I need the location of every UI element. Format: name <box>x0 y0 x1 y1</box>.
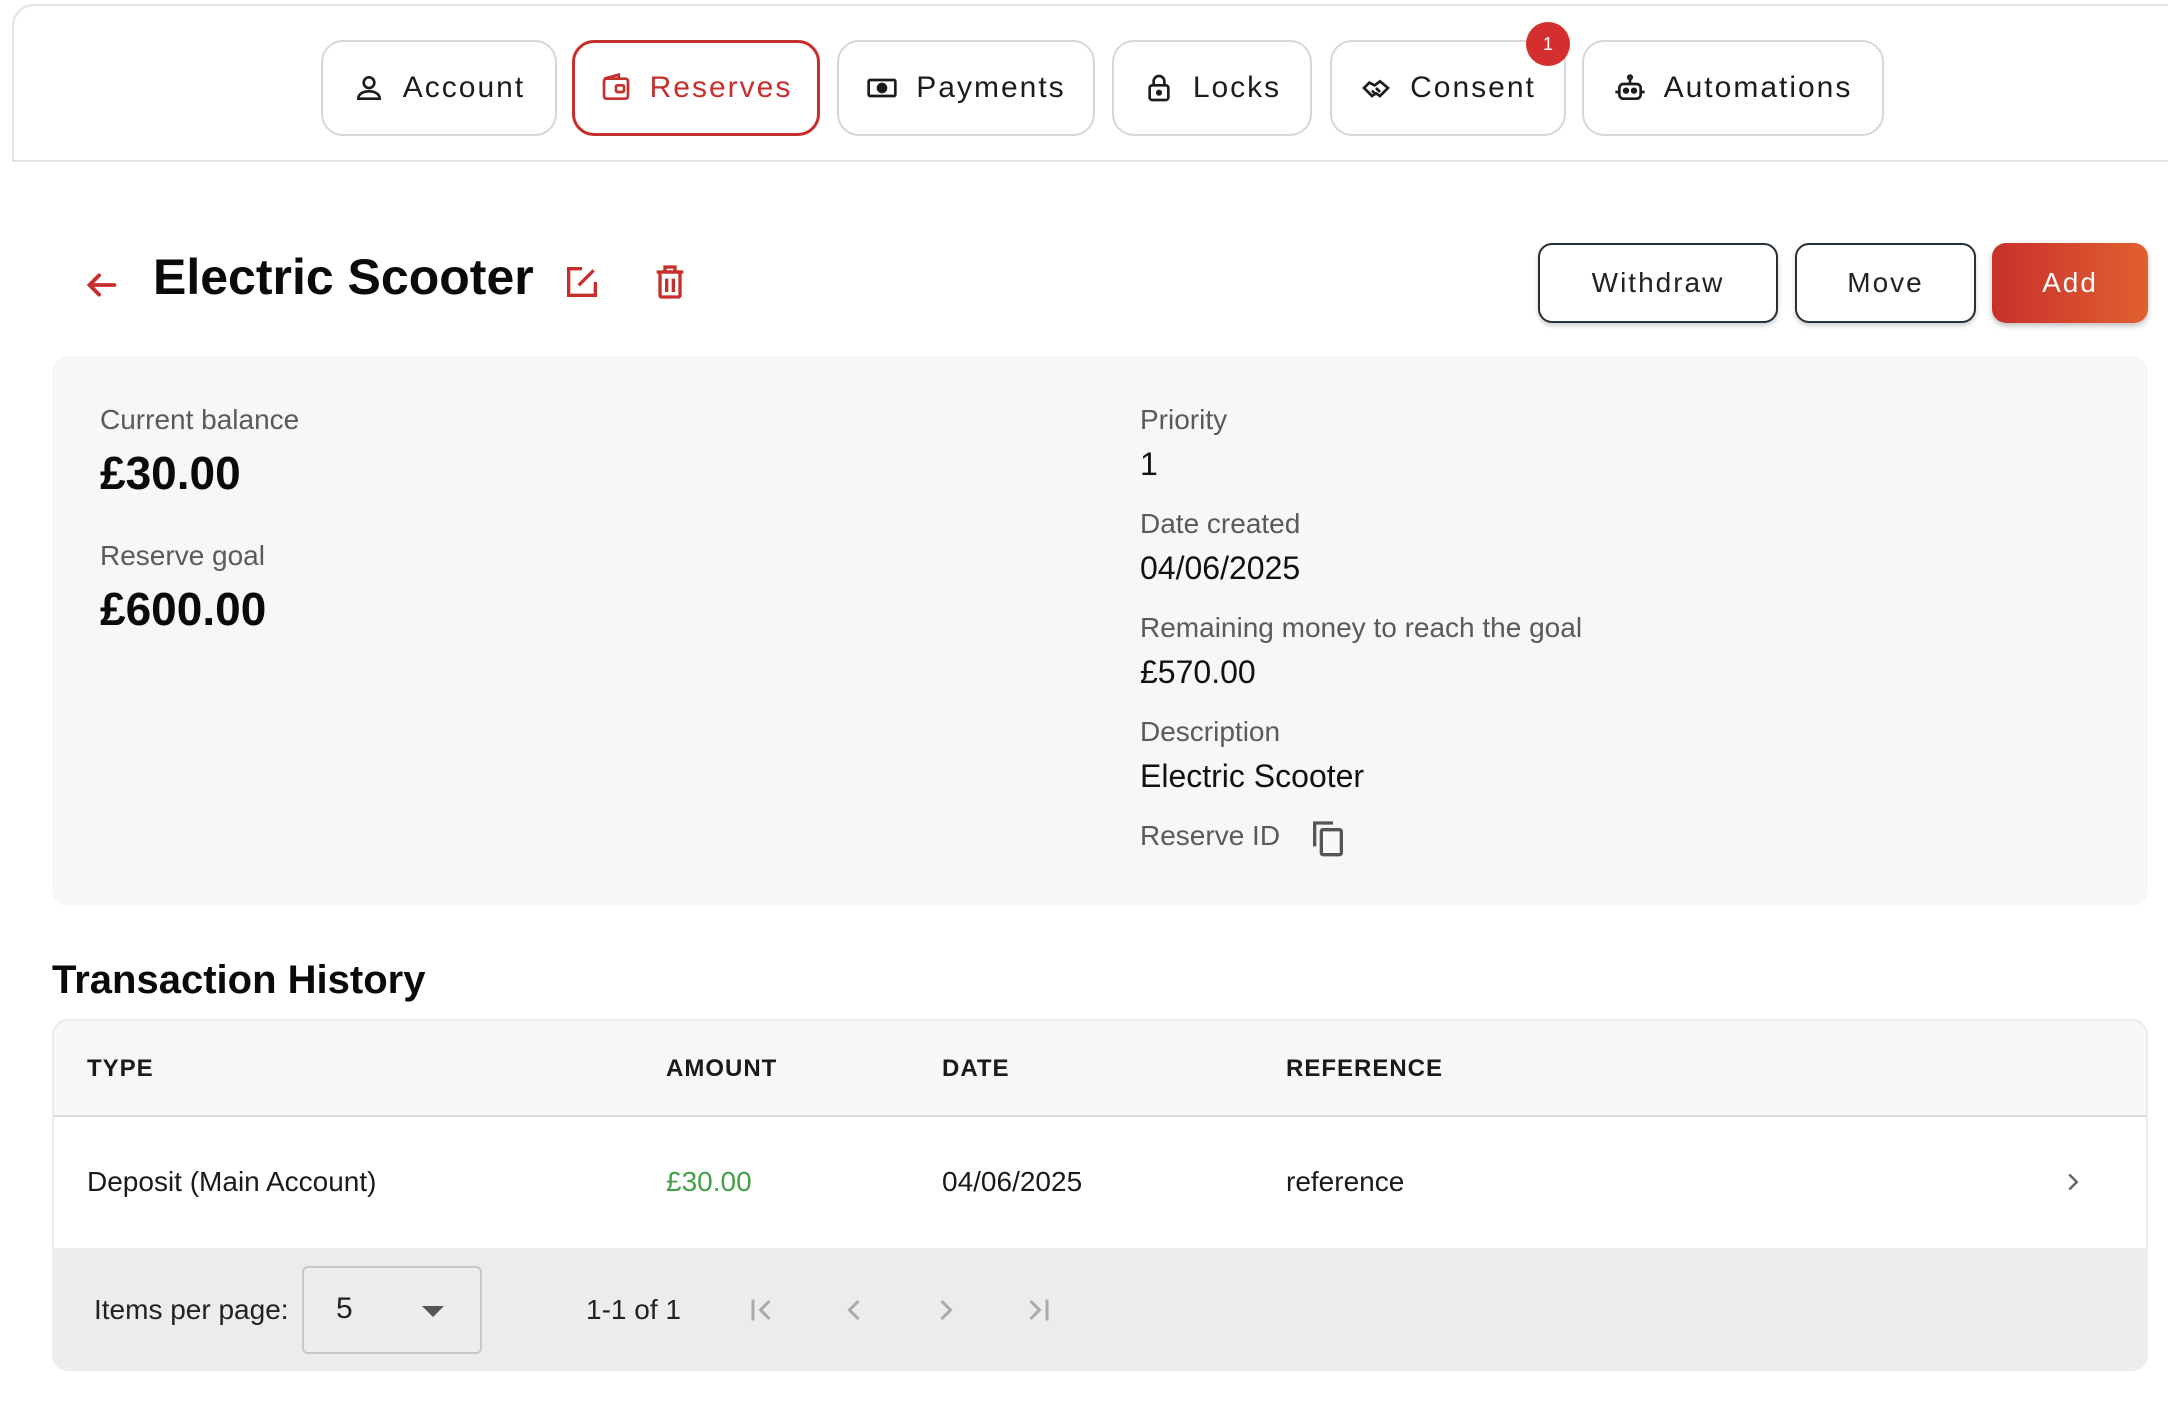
page-range: 1-1 of 1 <box>586 1294 681 1325</box>
current-balance-value: £30.00 <box>100 447 241 499</box>
tab-consent[interactable]: Consent 1 <box>1330 22 1570 136</box>
dropdown-caret-icon <box>422 1306 444 1317</box>
tab-automations[interactable]: Automations <box>1582 40 1884 136</box>
table-header: TYPE AMOUNT DATE REFERENCE <box>54 1021 2146 1117</box>
person-icon <box>356 76 381 100</box>
cell-reference: reference <box>1286 1166 1405 1197</box>
tab-reserves[interactable]: Reserves <box>572 40 820 136</box>
withdraw-button[interactable]: Withdraw <box>1538 243 1778 323</box>
items-per-page-select[interactable]: 5 <box>302 1266 482 1354</box>
page-title: Electric Scooter <box>153 249 534 305</box>
column-header-date: DATE <box>942 1055 1010 1082</box>
edit-icon[interactable] <box>562 262 602 302</box>
wallet-icon <box>602 72 629 100</box>
paginator: Items per page: 5 1-1 of 1 <box>54 1248 2146 1369</box>
add-button[interactable]: Add <box>1992 243 2148 323</box>
lock-icon <box>1148 74 1170 102</box>
handshake-icon <box>1362 79 1391 98</box>
priority-value: 1 <box>1140 446 1158 482</box>
column-header-type: TYPE <box>87 1055 154 1082</box>
move-button[interactable]: Move <box>1795 243 1976 323</box>
table-row[interactable]: Deposit (Main Account) £30.00 04/06/2025… <box>54 1117 2146 1247</box>
back-arrow-icon[interactable] <box>78 262 124 308</box>
reserve-details-card: Current balance £30.00 Reserve goal £600… <box>52 356 2148 906</box>
items-per-page-value: 5 <box>336 1292 353 1325</box>
reserve-goal-label: Reserve goal <box>100 540 265 571</box>
column-header-amount: AMOUNT <box>666 1055 778 1082</box>
reserve-id-label: Reserve ID <box>1140 820 1281 851</box>
current-balance-label: Current balance <box>100 404 300 435</box>
tab-account-label: Account <box>402 71 526 104</box>
tab-locks-label: Locks <box>1192 71 1282 104</box>
cell-type: Deposit (Main Account) <box>87 1166 377 1197</box>
cell-date: 04/06/2025 <box>942 1166 1083 1197</box>
date-created-label: Date created <box>1140 508 1301 539</box>
tab-automations-label: Automations <box>1663 71 1853 104</box>
remaining-label: Remaining money to reach the goal <box>1140 612 1583 643</box>
transaction-history-title: Transaction History <box>52 958 426 1002</box>
tab-consent-label: Consent <box>1410 71 1536 104</box>
cell-amount: £30.00 <box>666 1166 752 1197</box>
tab-bar: Account Reserves Payments Locks Consent … <box>12 4 2168 162</box>
priority-label: Priority <box>1140 404 1228 435</box>
trash-icon[interactable] <box>650 262 690 302</box>
next-page-icon[interactable] <box>928 1292 964 1328</box>
description-value: Electric Scooter <box>1140 758 1365 794</box>
description-label: Description <box>1140 716 1281 747</box>
tab-locks[interactable]: Locks <box>1112 40 1312 136</box>
chevron-right-icon[interactable] <box>2058 1167 2088 1197</box>
reserve-goal-value: £600.00 <box>100 583 267 635</box>
previous-page-icon[interactable] <box>836 1292 872 1328</box>
remaining-value: £570.00 <box>1140 654 1256 690</box>
robot-icon <box>1614 74 1645 100</box>
tab-payments-label: Payments <box>916 71 1066 104</box>
first-page-icon[interactable] <box>744 1292 780 1328</box>
consent-notification-badge: 1 <box>1526 22 1570 66</box>
tab-reserves-label: Reserves <box>649 71 793 104</box>
money-icon <box>867 78 897 98</box>
column-header-reference: REFERENCE <box>1286 1055 1444 1082</box>
items-per-page-label: Items per page: <box>94 1294 289 1325</box>
date-created-value: 04/06/2025 <box>1140 550 1301 586</box>
transaction-table: TYPE AMOUNT DATE REFERENCE Deposit (Main… <box>52 1019 2148 1371</box>
copy-icon[interactable] <box>1308 818 1348 858</box>
last-page-icon[interactable] <box>1020 1292 1056 1328</box>
tab-account[interactable]: Account <box>321 40 557 136</box>
tab-payments[interactable]: Payments <box>837 40 1095 136</box>
